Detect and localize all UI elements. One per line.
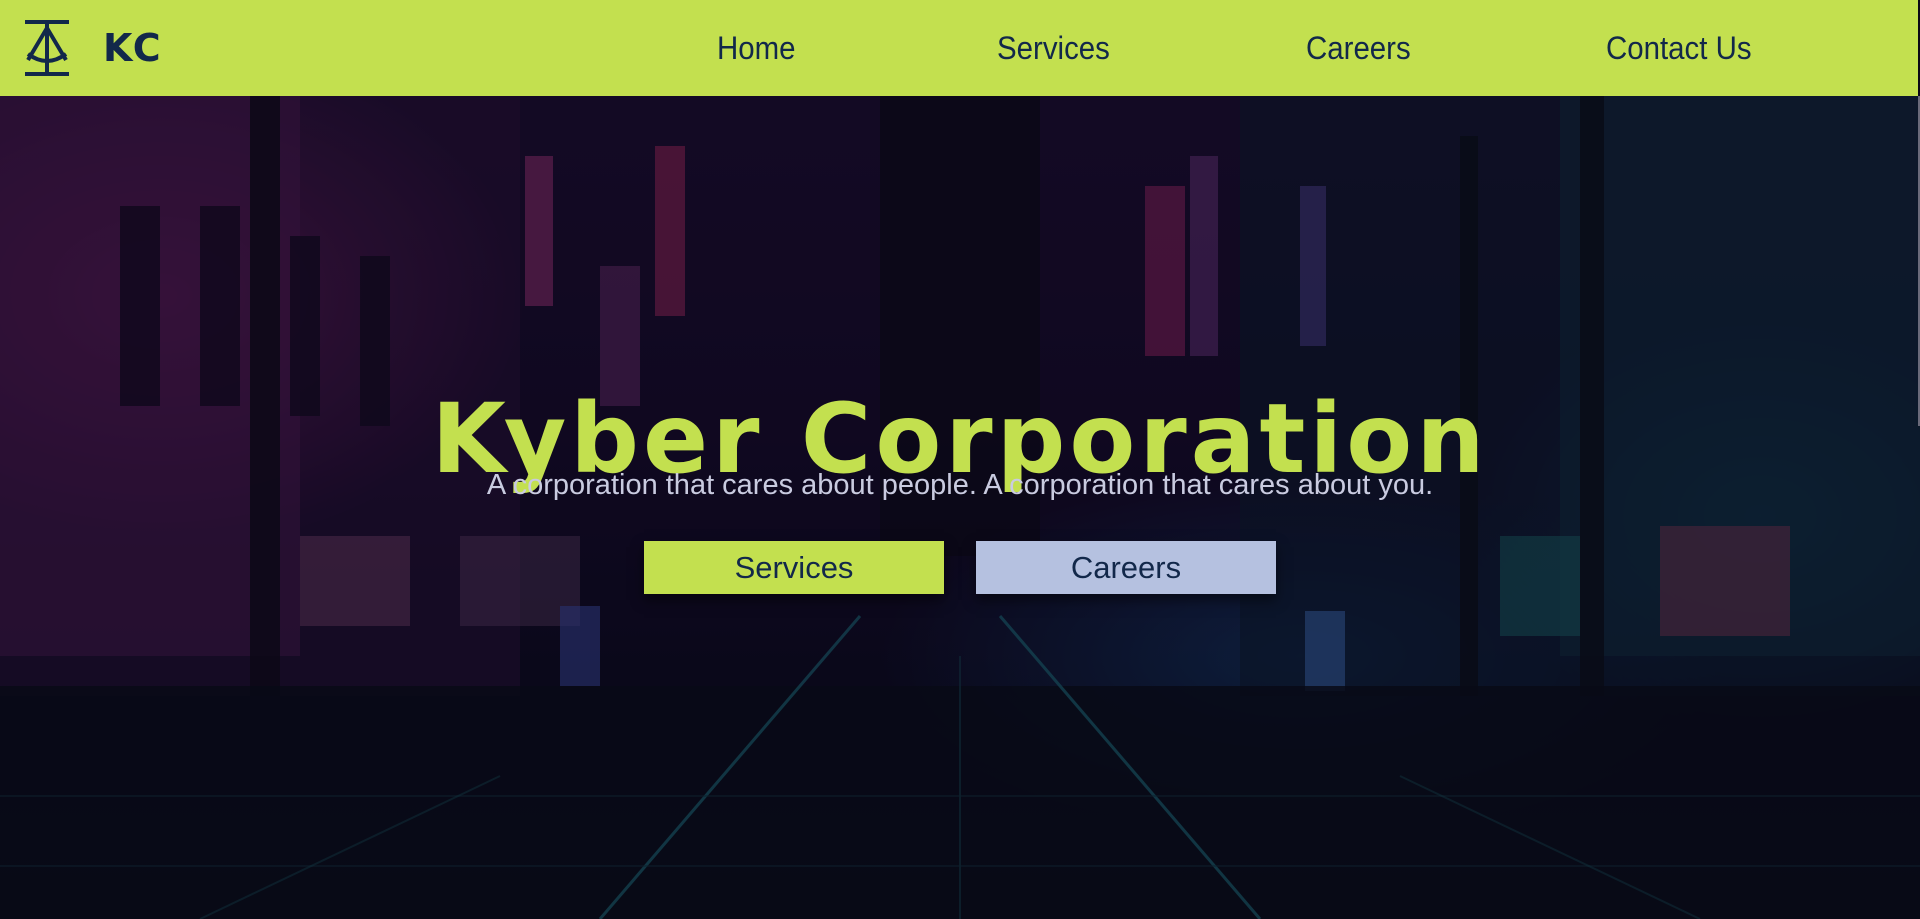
anchor-logo-icon[interactable] bbox=[24, 18, 70, 78]
nav-home[interactable]: Home bbox=[717, 28, 796, 68]
services-button[interactable]: Services bbox=[644, 541, 944, 594]
site-header: KC Home Services Careers Contact Us bbox=[0, 0, 1918, 96]
careers-button[interactable]: Careers bbox=[976, 541, 1276, 594]
hero-section: Kyber Corporation A corporation that car… bbox=[0, 96, 1920, 919]
hero-background-image bbox=[0, 96, 1920, 919]
hero-subtitle: A corporation that cares about people. A… bbox=[486, 469, 1434, 501]
logo-text[interactable]: KC bbox=[103, 24, 163, 72]
page: KC Home Services Careers Contact Us Kybe… bbox=[0, 0, 1920, 919]
nav-careers[interactable]: Careers bbox=[1306, 28, 1411, 68]
nav-contact-us[interactable]: Contact Us bbox=[1606, 28, 1752, 68]
nav-services[interactable]: Services bbox=[997, 28, 1110, 68]
